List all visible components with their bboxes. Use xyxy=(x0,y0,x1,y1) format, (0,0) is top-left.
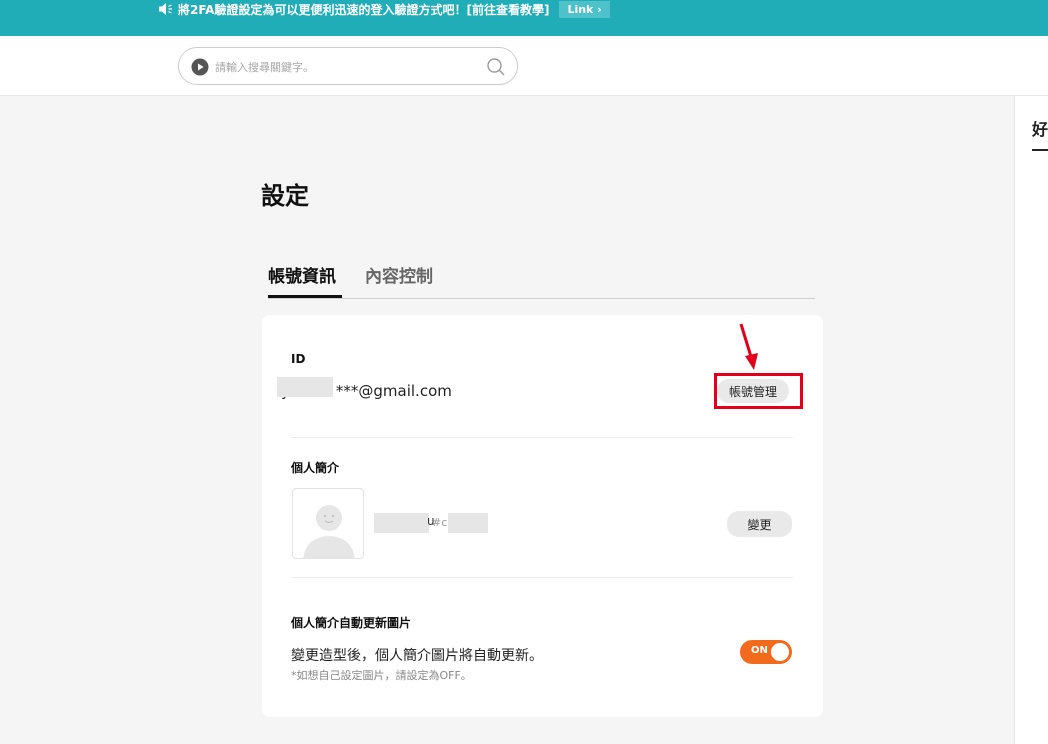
profile-section-label: 個人簡介 xyxy=(291,461,340,475)
user-tag: #c xyxy=(432,516,448,529)
tab-content-control[interactable]: 內容控制 xyxy=(365,264,433,298)
tag-redaction-mask xyxy=(448,513,488,533)
chevron-right-icon: › xyxy=(597,2,602,16)
search-icon[interactable] xyxy=(485,56,507,78)
banner-link-label: Link xyxy=(567,2,594,16)
page-title: 設定 xyxy=(261,182,309,210)
speaker-icon xyxy=(159,3,172,15)
avatar[interactable] xyxy=(292,488,364,559)
banner-text[interactable]: 將2FA驗證設定為可以更便利迅速的登入驗證方式吧！[前往查看教學] xyxy=(178,1,549,18)
default-avatar-icon xyxy=(303,505,355,558)
right-side-panel: 好 xyxy=(1014,96,1048,744)
red-arrow-annotation xyxy=(739,323,758,370)
toggle-knob xyxy=(771,643,789,661)
section-divider xyxy=(291,577,793,578)
auto-update-note: *如想自己設定圖片，請設定為OFF。 xyxy=(291,669,472,682)
right-panel-tab[interactable]: 好 xyxy=(1032,116,1048,140)
search-header xyxy=(0,36,1048,96)
right-panel-tab-underline xyxy=(1032,149,1048,151)
banner-content: 將2FA驗證設定為可以更便利迅速的登入驗證方式吧！[前往查看教學] Link › xyxy=(158,0,610,18)
play-icon xyxy=(191,58,209,76)
auto-update-toggle[interactable]: ON xyxy=(740,640,792,664)
profile-change-button[interactable]: 變更 xyxy=(727,511,792,537)
nickname: u xyxy=(372,514,435,528)
search-box[interactable] xyxy=(178,47,518,85)
auto-update-section-label: 個人簡介自動更新圖片 xyxy=(291,616,412,630)
announcement-banner[interactable]: 將2FA驗證設定為可以更便利迅速的登入驗證方式吧！[前往查看教學] Link › xyxy=(0,0,1048,36)
redaction-mask xyxy=(277,377,333,397)
toggle-state-label: ON xyxy=(751,645,768,656)
highlight-box-annotation xyxy=(714,373,803,409)
email-visible-part: ***@gmail.com xyxy=(335,382,452,400)
section-divider xyxy=(291,437,793,438)
id-section-label: ID xyxy=(291,352,306,366)
banner-link-button[interactable]: Link › xyxy=(559,0,610,18)
settings-tabs: 帳號資訊 內容控制 xyxy=(268,264,815,299)
tab-account-info[interactable]: 帳號資訊 xyxy=(268,264,342,298)
auto-update-description: 變更造型後，個人簡介圖片將自動更新。 xyxy=(291,648,543,664)
search-input[interactable] xyxy=(215,57,475,77)
